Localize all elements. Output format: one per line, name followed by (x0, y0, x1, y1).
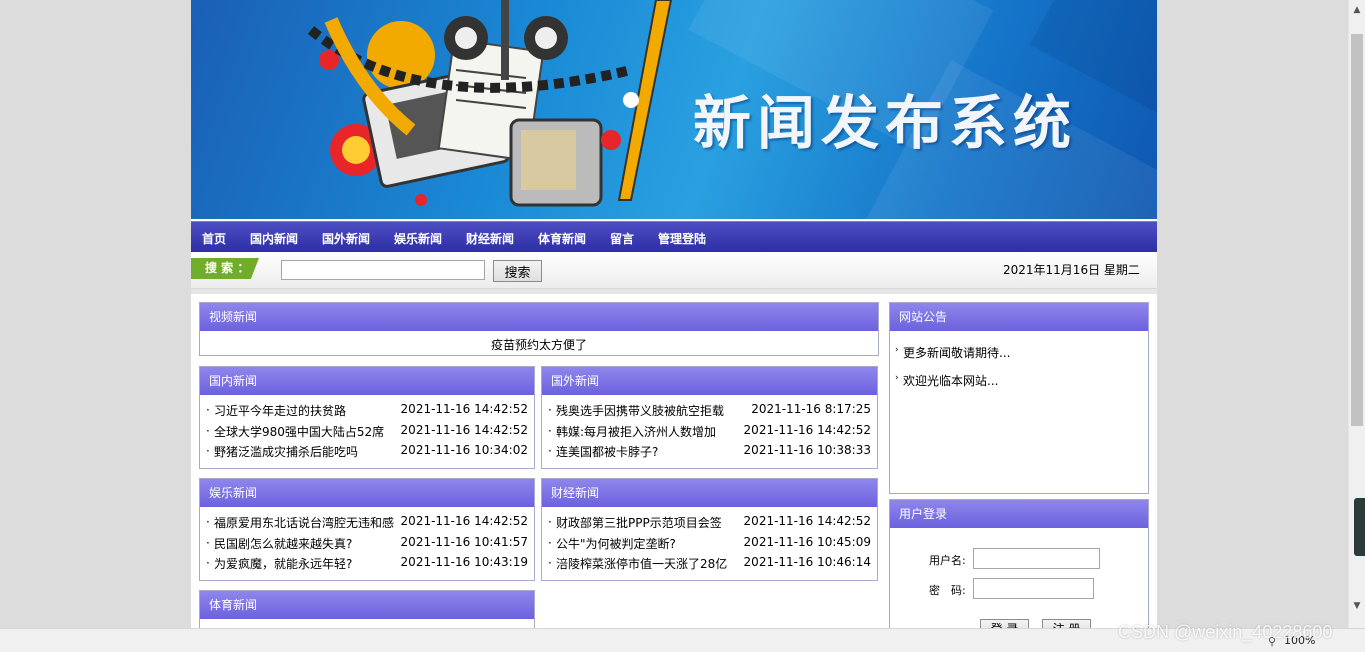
scrollbar-thumb[interactable] (1351, 34, 1363, 426)
panel-header: 国外新闻 (542, 367, 877, 395)
list-item[interactable]: · 涪陵榨菜涨停市值一天涨了28亿 2021-11-16 10:46:14 (542, 555, 877, 576)
panel-header: 财经新闻 (542, 479, 877, 507)
username-label: 用户名: (929, 554, 966, 567)
chevron-right-icon: › (895, 373, 899, 383)
password-input[interactable] (973, 578, 1094, 599)
nav-message[interactable]: 留言 (610, 230, 634, 247)
video-news-panel: 视频新闻 疫苗预约太方便了 (199, 302, 879, 356)
list-item[interactable]: · 韩媒:每月被拒入济州人数增加 2021-11-16 14:42:52 (542, 423, 877, 444)
side-widget-icon[interactable] (1354, 498, 1365, 556)
nav-finance-news[interactable]: 财经新闻 (466, 230, 514, 247)
nav-domestic-news[interactable]: 国内新闻 (250, 230, 298, 247)
nav-home[interactable]: 首页 (202, 230, 226, 247)
list-item[interactable]: · 为爱疯魔，就能永远年轻? 2021-11-16 10:43:19 (200, 555, 534, 576)
panel-header: 体育新闻 (200, 591, 534, 619)
list-item[interactable]: · 全球大学980强中国大陆占52席 2021-11-16 14:42:52 (200, 423, 534, 444)
panel-header: 娱乐新闻 (200, 479, 534, 507)
notice-panel: 网站公告 › 更多新闻敬请期待... › 欢迎光临本网站... (889, 302, 1149, 494)
password-label: 密 码: (929, 584, 966, 597)
login-panel: 用户登录 用户名: 密 码: 登 录 注 册 (889, 499, 1149, 628)
username-input[interactable] (973, 548, 1100, 569)
list-item[interactable]: · 财政部第三批PPP示范项目会签 2021-11-16 14:42:52 (542, 514, 877, 535)
search-button[interactable]: 搜索 (493, 260, 542, 282)
header-banner: 新闻发布系统 (191, 0, 1157, 219)
foreign-news-panel: 国外新闻 · 残奥选手因携带义肢被航空拒载 2021-11-16 8:17:25 ·… (541, 366, 878, 469)
watermark-text: CSDN @weixin_40228600 (1118, 622, 1333, 642)
register-button[interactable]: 注 册 (1042, 619, 1091, 628)
video-news-item[interactable]: 疫苗预约太方便了 (200, 331, 878, 353)
list-item[interactable]: · 野猪泛滥成灾捕杀后能吃吗 2021-11-16 10:34:02 (200, 443, 534, 464)
panel-header: 用户登录 (890, 500, 1148, 528)
list-item[interactable]: · 连美国都被卡脖子? 2021-11-16 10:38:33 (542, 443, 877, 464)
notice-item[interactable]: › 更多新闻敬请期待... (890, 331, 1148, 360)
nav-entertainment-news[interactable]: 娱乐新闻 (394, 230, 442, 247)
domestic-news-panel: 国内新闻 · 习近平今年走过的扶贫路 2021-11-16 14:42:52 · 全球… (199, 366, 535, 469)
nav-foreign-news[interactable]: 国外新闻 (322, 230, 370, 247)
scroll-down-icon[interactable]: ▼ (1349, 598, 1365, 614)
list-item[interactable]: · 民国剧怎么就越来越失真? 2021-11-16 10:41:57 (200, 535, 534, 556)
panel-header: 视频新闻 (200, 303, 878, 331)
finance-news-panel: 财经新闻 · 财政部第三批PPP示范项目会签 2021-11-16 14:42:52… (541, 478, 878, 581)
list-item[interactable]: · 习近平今年走过的扶贫路 2021-11-16 14:42:52 (200, 402, 534, 423)
media-collage-icon (307, 0, 673, 207)
search-input[interactable] (281, 260, 485, 280)
search-label: 搜 索 ： (191, 258, 259, 279)
search-bar: 搜 索 ： 搜索 2021年11月16日 星期二 (191, 252, 1157, 289)
list-item[interactable]: · 福原爱用东北话说台湾腔无违和感 2021-11-16 14:42:52 (200, 514, 534, 535)
notice-item[interactable]: › 欢迎光临本网站... (890, 359, 1148, 388)
divider (191, 289, 1157, 294)
nav-sports-news[interactable]: 体育新闻 (538, 230, 586, 247)
sports-news-panel: 体育新闻 (199, 590, 535, 628)
site-title: 新闻发布系统 (693, 89, 1078, 157)
main-nav: 首页 国内新闻 国外新闻 娱乐新闻 财经新闻 体育新闻 留言 管理登陆 (191, 221, 1157, 252)
current-date: 2021年11月16日 星期二 (1003, 263, 1140, 277)
list-item[interactable]: · 公牛"为何被判定垄断? 2021-11-16 10:45:09 (542, 535, 877, 556)
scroll-up-icon[interactable]: ▲ (1349, 2, 1365, 18)
page-container: 新闻发布系统 首页 国内新闻 国外新闻 娱乐新闻 财经新闻 体育新闻 留言 管理… (191, 0, 1157, 628)
chevron-right-icon: › (895, 345, 899, 355)
entertainment-news-panel: 娱乐新闻 · 福原爱用东北话说台湾腔无违和感 2021-11-16 14:42:52… (199, 478, 535, 581)
login-button[interactable]: 登 录 (980, 619, 1029, 628)
panel-header: 网站公告 (890, 303, 1148, 331)
nav-admin-login[interactable]: 管理登陆 (658, 230, 706, 247)
list-item[interactable]: · 残奥选手因携带义肢被航空拒载 2021-11-16 8:17:25 (542, 402, 877, 423)
panel-header: 国内新闻 (200, 367, 534, 395)
